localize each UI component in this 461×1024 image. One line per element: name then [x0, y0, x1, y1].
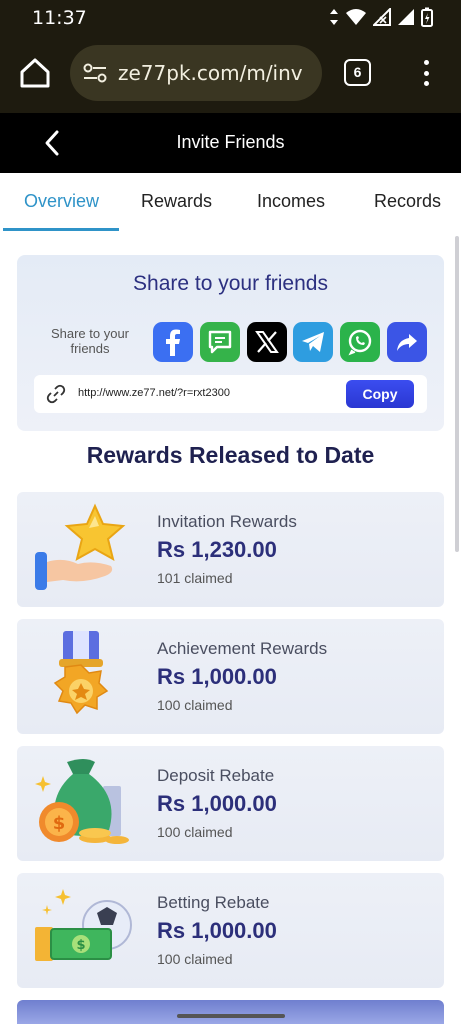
page-title: Invite Friends	[176, 132, 285, 152]
share-arrow-icon[interactable]	[387, 322, 427, 362]
status-time: 11:37	[32, 7, 87, 29]
signal-2-icon	[398, 9, 414, 25]
ball-cash-icon: $	[35, 889, 132, 961]
gesture-bar[interactable]	[177, 1014, 285, 1018]
site-settings-icon[interactable]	[82, 62, 108, 84]
active-tab-indicator	[3, 228, 119, 231]
tab-rewards[interactable]: Rewards	[141, 191, 212, 212]
reward-title: Invitation Rewards	[157, 512, 297, 531]
reward-card-deposit[interactable]: $ Deposit Rebate Rs 1,000.00 100 claimed	[17, 746, 444, 861]
share-card: Share to your friends Share to your frie…	[17, 255, 444, 431]
telegram-icon[interactable]	[293, 322, 333, 362]
app-header: Invite Friends	[0, 113, 461, 173]
reward-claimed: 100 claimed	[157, 824, 233, 840]
x-icon[interactable]	[247, 322, 287, 362]
svg-text:$: $	[76, 938, 85, 953]
signal-icon	[373, 8, 391, 26]
reward-amount: Rs 1,230.00	[157, 537, 277, 562]
facebook-icon[interactable]	[153, 322, 193, 362]
home-icon[interactable]	[18, 56, 52, 90]
battery-icon	[421, 7, 433, 27]
overflow-menu-icon[interactable]	[417, 58, 435, 88]
reward-card-invitation[interactable]: Invitation Rewards Rs 1,230.00 101 claim…	[17, 492, 444, 607]
status-bar: 11:37	[0, 0, 461, 36]
tab-records[interactable]: Records	[374, 191, 441, 212]
scrollbar[interactable]	[455, 236, 459, 552]
browser-toolbar: ze77pk.com/m/inv 6	[0, 36, 461, 113]
reward-claimed: 100 claimed	[157, 697, 233, 713]
tab-incomes[interactable]: Incomes	[257, 191, 325, 212]
svg-text:$: $	[53, 813, 66, 834]
reward-title: Deposit Rebate	[157, 766, 275, 785]
tab-bar: Overview Rewards Incomes Records	[0, 173, 461, 231]
reward-amount: Rs 1,000.00	[157, 791, 277, 816]
data-arrows-icon	[330, 9, 338, 25]
referral-link-text: http://www.ze77.net/?r=rxt2300	[78, 387, 230, 399]
money-bag-icon: $	[35, 759, 129, 844]
tab-overview[interactable]: Overview	[24, 191, 99, 212]
reward-claimed: 100 claimed	[157, 951, 233, 967]
reward-claimed: 101 claimed	[157, 570, 233, 586]
next-card-peek	[17, 1000, 444, 1024]
status-icons	[329, 7, 433, 27]
url-text: ze77pk.com/m/inv	[118, 61, 303, 85]
reward-card-betting[interactable]: $ Betting Rebate Rs 1,000.00 100 claimed	[17, 873, 444, 988]
reward-card-achievement[interactable]: Achievement Rewards Rs 1,000.00 100 clai…	[17, 619, 444, 734]
whatsapp-icon[interactable]	[340, 322, 380, 362]
medal-icon	[53, 631, 109, 715]
sms-icon[interactable]	[200, 322, 240, 362]
tab-switcher-button[interactable]: 6	[344, 59, 371, 86]
copy-button[interactable]: Copy	[346, 380, 414, 408]
share-heading: Share to your friends	[133, 272, 328, 295]
star-hand-icon	[35, 503, 126, 590]
wifi-icon	[346, 9, 366, 25]
link-icon	[46, 384, 66, 404]
reward-title: Achievement Rewards	[157, 639, 328, 658]
reward-title: Betting Rebate	[157, 893, 270, 912]
rewards-section-title: Rewards Released to Date	[86, 442, 375, 468]
share-label: Share to your friends	[50, 326, 130, 356]
address-bar[interactable]: ze77pk.com/m/inv	[70, 45, 322, 101]
reward-amount: Rs 1,000.00	[157, 918, 277, 943]
reward-amount: Rs 1,000.00	[157, 664, 277, 689]
referral-link-box: http://www.ze77.net/?r=rxt2300 Copy	[34, 375, 427, 413]
